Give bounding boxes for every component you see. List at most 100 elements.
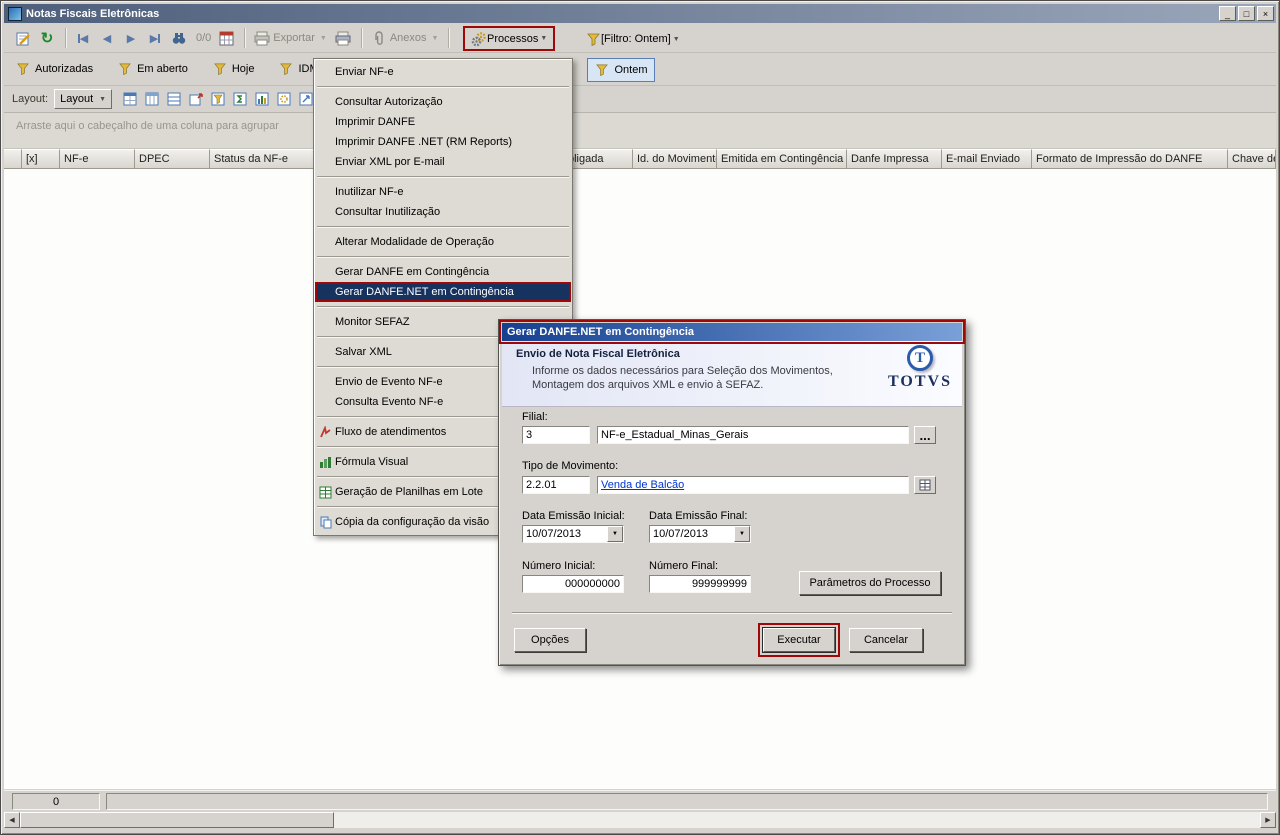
paperclip-icon bbox=[371, 30, 387, 46]
numero-inicial-label: Número Inicial: bbox=[522, 560, 596, 572]
last-record-button[interactable]: ▶ bbox=[144, 27, 166, 49]
workflow-icon bbox=[319, 425, 332, 439]
executar-button[interactable]: Executar bbox=[762, 627, 836, 653]
column-header-chave[interactable]: Chave de A bbox=[1228, 149, 1276, 169]
column-header-obrigada[interactable]: bligada bbox=[564, 149, 633, 169]
exportar-label: Exportar bbox=[273, 32, 315, 44]
menu-item-imprimir-danfe[interactable]: Imprimir DANFE bbox=[315, 112, 571, 132]
chevron-down-icon[interactable]: ▼ bbox=[607, 526, 623, 542]
chevron-down-icon[interactable]: ▼ bbox=[734, 526, 750, 542]
data-emissao-inicial-label: Data Emissão Inicial: bbox=[522, 510, 625, 522]
menu-item-consultar-inutilizacao[interactable]: Consultar Inutilização bbox=[315, 202, 571, 222]
tipo-movimento-name-input[interactable] bbox=[597, 476, 909, 494]
window-controls: _ □ × bbox=[1219, 6, 1274, 21]
chevron-down-icon: ▼ bbox=[319, 34, 327, 42]
column-header-id-movimento[interactable]: Id. do Movimento bbox=[633, 149, 717, 169]
menu-divider bbox=[317, 176, 569, 178]
cancelar-button[interactable]: Cancelar bbox=[849, 628, 923, 652]
opcoes-button[interactable]: Opções bbox=[514, 628, 586, 652]
filial-name-input[interactable] bbox=[597, 426, 909, 444]
processos-button[interactable]: Processos ▼ bbox=[463, 26, 556, 51]
spreadsheet-icon bbox=[319, 486, 332, 499]
totvs-logo-text: TOTVS bbox=[888, 373, 952, 390]
data-emissao-inicial-combo[interactable]: 10/07/2013 ▼ bbox=[522, 525, 624, 543]
print-button[interactable] bbox=[332, 27, 354, 49]
grid-view-button[interactable] bbox=[215, 27, 237, 49]
previous-record-button[interactable]: ◀ bbox=[96, 27, 118, 49]
menu-divider bbox=[317, 86, 569, 88]
printer-icon bbox=[335, 30, 351, 46]
grid-tool-icon-4[interactable] bbox=[186, 89, 206, 109]
menu-item-enviar-nfe[interactable]: Enviar NF-e bbox=[315, 62, 571, 82]
totvs-logo-icon: T bbox=[907, 345, 933, 371]
minimize-button[interactable]: _ bbox=[1219, 6, 1236, 21]
grid-tool-icon-7[interactable] bbox=[252, 89, 272, 109]
next-record-icon: ▶ bbox=[126, 32, 136, 45]
column-header-dpec[interactable]: DPEC bbox=[135, 149, 210, 169]
menu-item-gerar-danfe-contingencia[interactable]: Gerar DANFE em Contingência bbox=[315, 262, 571, 282]
column-header-danfe-impressa[interactable]: Danfe Impressa bbox=[847, 149, 942, 169]
dialog-header-title: Envio de Nota Fiscal Eletrônica bbox=[516, 348, 680, 360]
column-header-contingencia[interactable]: Emitida em Contingência bbox=[717, 149, 847, 169]
filter-tab-em-aberto[interactable]: Em aberto bbox=[114, 57, 191, 81]
column-header-formato-impressao[interactable]: Formato de Impressão do DANFE bbox=[1032, 149, 1228, 169]
maximize-button[interactable]: □ bbox=[1238, 6, 1255, 21]
layout-dropdown[interactable]: Layout ▼ bbox=[54, 89, 113, 109]
dialog-body: Filial: ... Tipo de Movimento: Data Emis… bbox=[502, 407, 962, 662]
search-button[interactable] bbox=[168, 27, 190, 49]
column-header-nfe[interactable]: NF-e bbox=[60, 149, 135, 169]
grid-tool-icon-2[interactable] bbox=[142, 89, 162, 109]
first-record-button[interactable]: ◀ bbox=[72, 27, 94, 49]
tipo-movimento-lookup-button[interactable] bbox=[914, 476, 936, 494]
filter-tab-autorizadas[interactable]: Autorizadas bbox=[12, 57, 96, 81]
grid-tool-icon-6[interactable] bbox=[230, 89, 250, 109]
exportar-button[interactable]: Exportar ▼ bbox=[251, 27, 330, 49]
anexos-button[interactable]: Anexos ▼ bbox=[368, 27, 442, 49]
menu-item-gerar-danfe-net-contingencia[interactable]: Gerar DANFE.NET em Contingência bbox=[315, 282, 571, 302]
grid-tool-icon-5[interactable] bbox=[208, 89, 228, 109]
scrollbar-thumb[interactable] bbox=[20, 812, 334, 828]
numero-final-label: Número Final: bbox=[649, 560, 719, 572]
column-header-selected[interactable]: [x] bbox=[22, 149, 60, 169]
refresh-button[interactable]: ↻ bbox=[36, 27, 58, 49]
tipo-movimento-code-input[interactable] bbox=[522, 476, 590, 494]
dialog-title: Gerar DANFE.NET em Contingência bbox=[507, 326, 695, 338]
menu-divider bbox=[317, 306, 569, 308]
horizontal-scrollbar[interactable]: ◀ ▶ bbox=[4, 812, 1276, 828]
filtro-label: [Filtro: Ontem] bbox=[601, 33, 671, 45]
gerar-danfe-net-dialog: Gerar DANFE.NET em Contingência Envio de… bbox=[498, 319, 966, 666]
group-by-panel[interactable]: Arraste aqui o cabeçalho de uma coluna p… bbox=[4, 113, 1276, 149]
menu-item-inutilizar-nfe[interactable]: Inutilizar NF-e bbox=[315, 182, 571, 202]
gears-icon bbox=[471, 31, 487, 47]
edit-view-button[interactable] bbox=[12, 27, 34, 49]
close-button[interactable]: × bbox=[1257, 6, 1274, 21]
calendar-grid-icon bbox=[218, 30, 234, 46]
next-record-button[interactable]: ▶ bbox=[120, 27, 142, 49]
grid-tool-icon-1[interactable] bbox=[120, 89, 140, 109]
numero-final-input[interactable] bbox=[649, 575, 751, 593]
dialog-titlebar: Gerar DANFE.NET em Contingência bbox=[502, 323, 962, 341]
filial-code-input[interactable] bbox=[522, 426, 590, 444]
menu-item-enviar-xml-email[interactable]: Enviar XML por E-mail bbox=[315, 152, 571, 172]
scroll-right-button[interactable]: ▶ bbox=[1260, 812, 1276, 828]
chevron-down-icon: ▼ bbox=[672, 35, 680, 43]
dialog-header-subtitle: Montagem dos arquivos XML e envio à SEFA… bbox=[532, 379, 764, 391]
column-header-email-enviado[interactable]: E-mail Enviado bbox=[942, 149, 1032, 169]
menu-item-alterar-modalidade[interactable]: Alterar Modalidade de Operação bbox=[315, 232, 571, 252]
filial-lookup-button[interactable]: ... bbox=[914, 426, 936, 444]
filter-funnel-icon bbox=[117, 61, 133, 77]
filter-tab-ontem[interactable]: Ontem bbox=[587, 58, 655, 82]
menu-item-consultar-autorizacao[interactable]: Consultar Autorização bbox=[315, 92, 571, 112]
grid-tool-icon-8[interactable] bbox=[274, 89, 294, 109]
numero-inicial-input[interactable] bbox=[522, 575, 624, 593]
filter-funnel-icon bbox=[278, 61, 294, 77]
parametros-processo-button[interactable]: Parâmetros do Processo bbox=[799, 571, 941, 595]
menu-item-imprimir-danfe-net[interactable]: Imprimir DANFE .NET (RM Reports) bbox=[315, 132, 571, 152]
app-window: Notas Fiscais Eletrônicas _ □ × ↻ ◀ ◀ ▶ … bbox=[0, 0, 1280, 835]
data-emissao-final-combo[interactable]: 10/07/2013 ▼ bbox=[649, 525, 751, 543]
filter-tab-hoje[interactable]: Hoje bbox=[209, 57, 258, 81]
main-toolbar: ↻ ◀ ◀ ▶ ▶ 0/0 Exportar ▼ Anexos ▼ Proces… bbox=[4, 24, 1276, 53]
grid-tool-icon-3[interactable] bbox=[164, 89, 184, 109]
filtro-button[interactable]: [Filtro: Ontem] ▼ bbox=[585, 27, 680, 51]
scroll-left-button[interactable]: ◀ bbox=[4, 812, 20, 828]
